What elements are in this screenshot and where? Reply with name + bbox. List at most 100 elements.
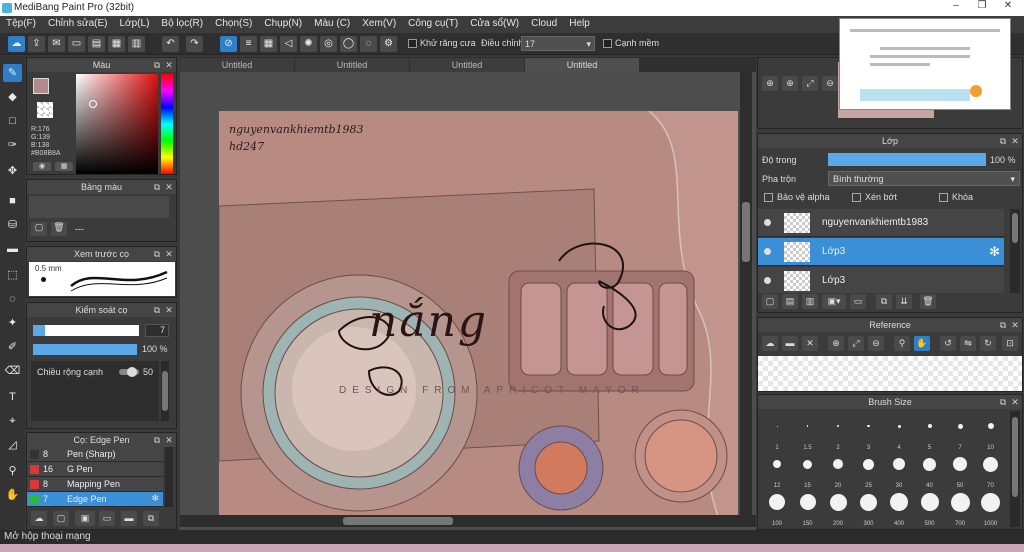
tab-untitled-3[interactable]: Untitled bbox=[410, 58, 524, 72]
folder-open-icon[interactable]: ▬ bbox=[782, 336, 798, 351]
color-picker-handle[interactable] bbox=[89, 100, 97, 108]
brush-size-option[interactable]: 700 bbox=[945, 491, 975, 527]
menu-snap[interactable]: Chụp(N) bbox=[258, 16, 308, 33]
trash-icon[interactable]: 🗑 bbox=[51, 222, 67, 236]
tab-untitled-2[interactable]: Untitled bbox=[295, 58, 409, 72]
close-icon[interactable]: ✕ bbox=[164, 303, 174, 317]
brush-settings-scrollbar[interactable] bbox=[161, 361, 169, 421]
curve-snap-icon[interactable]: ◌ bbox=[360, 36, 377, 52]
brush-opacity-slider[interactable] bbox=[33, 344, 137, 355]
menu-select[interactable]: Chọn(S) bbox=[209, 16, 258, 33]
menu-edit[interactable]: Chỉnh sửa(E) bbox=[42, 16, 114, 33]
new-palette-icon[interactable]: ▢ bbox=[31, 222, 47, 236]
merge-layer-icon[interactable]: ⇊ bbox=[896, 294, 912, 309]
brush-item-g-pen[interactable]: 16 G Pen bbox=[27, 462, 163, 477]
blur-tool-icon[interactable]: ✑ bbox=[3, 136, 22, 154]
brush-size-option[interactable]: 100 bbox=[762, 491, 792, 527]
brush-size-option[interactable]: 30 bbox=[884, 453, 914, 489]
menu-help[interactable]: Help bbox=[563, 16, 596, 33]
undock-icon[interactable]: ⧉ bbox=[152, 180, 162, 194]
layer-item[interactable]: nguyenvankhiemtb1983 bbox=[758, 209, 1004, 237]
canvas-vertical-scrollbar[interactable] bbox=[740, 72, 752, 515]
artwork-canvas[interactable]: nguyenvankhiemtb1983 hd247 nắng DESIGN F… bbox=[219, 111, 738, 519]
eye-icon[interactable] bbox=[764, 248, 771, 255]
fill-rect-tool-icon[interactable]: ■ bbox=[3, 192, 22, 210]
radial-snap-icon[interactable]: ✺ bbox=[300, 36, 317, 52]
close-icon[interactable]: ✕ bbox=[802, 336, 818, 351]
undock-icon[interactable]: ⧉ bbox=[152, 58, 162, 72]
undock-icon[interactable]: ⧉ bbox=[152, 303, 162, 317]
folder-icon[interactable]: ▭ bbox=[99, 511, 115, 526]
menu-tools[interactable]: Công cụ(T) bbox=[402, 16, 464, 33]
tab-untitled-1[interactable]: Untitled bbox=[180, 58, 294, 72]
blend-mode-select[interactable]: Bình thường ▾ bbox=[828, 171, 1020, 186]
menu-filter[interactable]: Bộ lọc(R) bbox=[155, 16, 209, 33]
gear-icon[interactable]: ⚙ bbox=[380, 36, 397, 52]
gradient-tool-icon[interactable]: ▬ bbox=[3, 240, 22, 258]
brush-item-mapping-pen[interactable]: 8 Mapping Pen bbox=[27, 477, 163, 492]
lasso-tool-icon[interactable]: ◌ bbox=[3, 290, 22, 308]
add-color-button[interactable]: ▦ bbox=[55, 162, 73, 171]
layer-opacity-slider[interactable] bbox=[828, 153, 986, 166]
edge-width-toggle[interactable] bbox=[119, 367, 139, 377]
brush-size-option[interactable]: 7 bbox=[945, 415, 975, 451]
brush-size-slider[interactable] bbox=[33, 325, 139, 336]
zoom-out-icon[interactable]: ⊖ bbox=[868, 336, 884, 351]
close-icon[interactable]: ✕ bbox=[164, 433, 174, 447]
rotate-right-icon[interactable]: ↻ bbox=[980, 336, 996, 351]
brush-item-edge-pen[interactable]: 7 Edge Pen ✻ bbox=[27, 492, 163, 507]
zoom-in-icon[interactable]: ⊕ bbox=[782, 76, 798, 91]
menu-layer[interactable]: Lớp(L) bbox=[114, 16, 156, 33]
snap-off-icon[interactable]: ⊘ bbox=[220, 36, 237, 52]
menu-color[interactable]: Màu (C) bbox=[308, 16, 356, 33]
text-tool-icon[interactable]: T bbox=[3, 388, 22, 406]
scroll-thumb[interactable] bbox=[742, 202, 750, 262]
brush-size-scrollbar[interactable] bbox=[1010, 411, 1020, 527]
eye-icon[interactable] bbox=[764, 219, 771, 226]
undo-icon[interactable]: ↶ bbox=[162, 36, 179, 52]
menu-cloud[interactable]: Cloud bbox=[525, 16, 563, 33]
tab-untitled-4[interactable]: Untitled bbox=[525, 58, 639, 72]
bucket-tool-icon[interactable]: ⛁ bbox=[3, 216, 22, 234]
select-rect-tool-icon[interactable]: ⬚ bbox=[3, 266, 22, 284]
layer-list-scrollbar[interactable] bbox=[1010, 209, 1020, 293]
close-icon[interactable]: ✕ bbox=[1010, 395, 1020, 409]
eye-icon[interactable] bbox=[764, 277, 771, 284]
divide-tool-icon[interactable]: ◿ bbox=[3, 436, 22, 454]
brush-size-option[interactable]: 15 bbox=[793, 453, 823, 489]
brush-size-option[interactable]: 1.5 bbox=[793, 415, 823, 451]
new-1bit-layer-icon[interactable]: ▥ bbox=[802, 294, 818, 309]
close-icon[interactable]: ✕ bbox=[164, 180, 174, 194]
zoom-in-icon[interactable]: ⊕ bbox=[762, 76, 778, 91]
minimize-button[interactable]: – bbox=[944, 0, 968, 14]
canvas-horizontal-scrollbar[interactable] bbox=[180, 515, 756, 527]
new-halftone-layer-icon[interactable]: ▤ bbox=[782, 294, 798, 309]
trash-icon[interactable]: 🗑 bbox=[920, 294, 936, 309]
comment-icon[interactable]: ▭ bbox=[68, 36, 85, 52]
brush-size-option[interactable]: 1 bbox=[762, 415, 792, 451]
folder-open-icon[interactable]: ▬ bbox=[121, 511, 137, 526]
brush-size-option[interactable]: 300 bbox=[854, 491, 884, 527]
brush-size-option[interactable]: 3 bbox=[854, 415, 884, 451]
brush-size-option[interactable]: 12 bbox=[762, 453, 792, 489]
close-icon[interactable]: ✕ bbox=[1010, 318, 1020, 332]
palette-area[interactable] bbox=[29, 196, 169, 218]
add-layer-menu-icon[interactable]: ▣▾ bbox=[822, 294, 846, 309]
upload-icon[interactable]: ⇪ bbox=[28, 36, 45, 52]
parallel-snap-icon[interactable]: ≡ bbox=[240, 36, 257, 52]
cloud-open-icon[interactable]: ☁ bbox=[762, 336, 778, 351]
cross-snap-icon[interactable]: ▦ bbox=[260, 36, 277, 52]
undock-icon[interactable]: ⧉ bbox=[998, 318, 1008, 332]
new-brush-icon[interactable]: ▢ bbox=[53, 511, 69, 526]
transparent-color-swatch[interactable] bbox=[37, 102, 53, 118]
close-icon[interactable]: ✕ bbox=[164, 58, 174, 72]
eyedropper-icon[interactable]: ⚲ bbox=[894, 336, 910, 351]
clipping-checkbox[interactable] bbox=[852, 193, 861, 202]
floating-preview-window[interactable] bbox=[839, 18, 1011, 110]
hue-slider[interactable] bbox=[161, 74, 173, 174]
fit-screen-icon[interactable]: ⤢ bbox=[802, 76, 818, 91]
duplicate-layer-icon[interactable]: ⧉ bbox=[876, 294, 892, 309]
gear-icon[interactable]: ✻ bbox=[151, 493, 159, 504]
menu-view[interactable]: Xem(V) bbox=[356, 16, 402, 33]
menu-file[interactable]: Tệp(F) bbox=[0, 16, 42, 33]
